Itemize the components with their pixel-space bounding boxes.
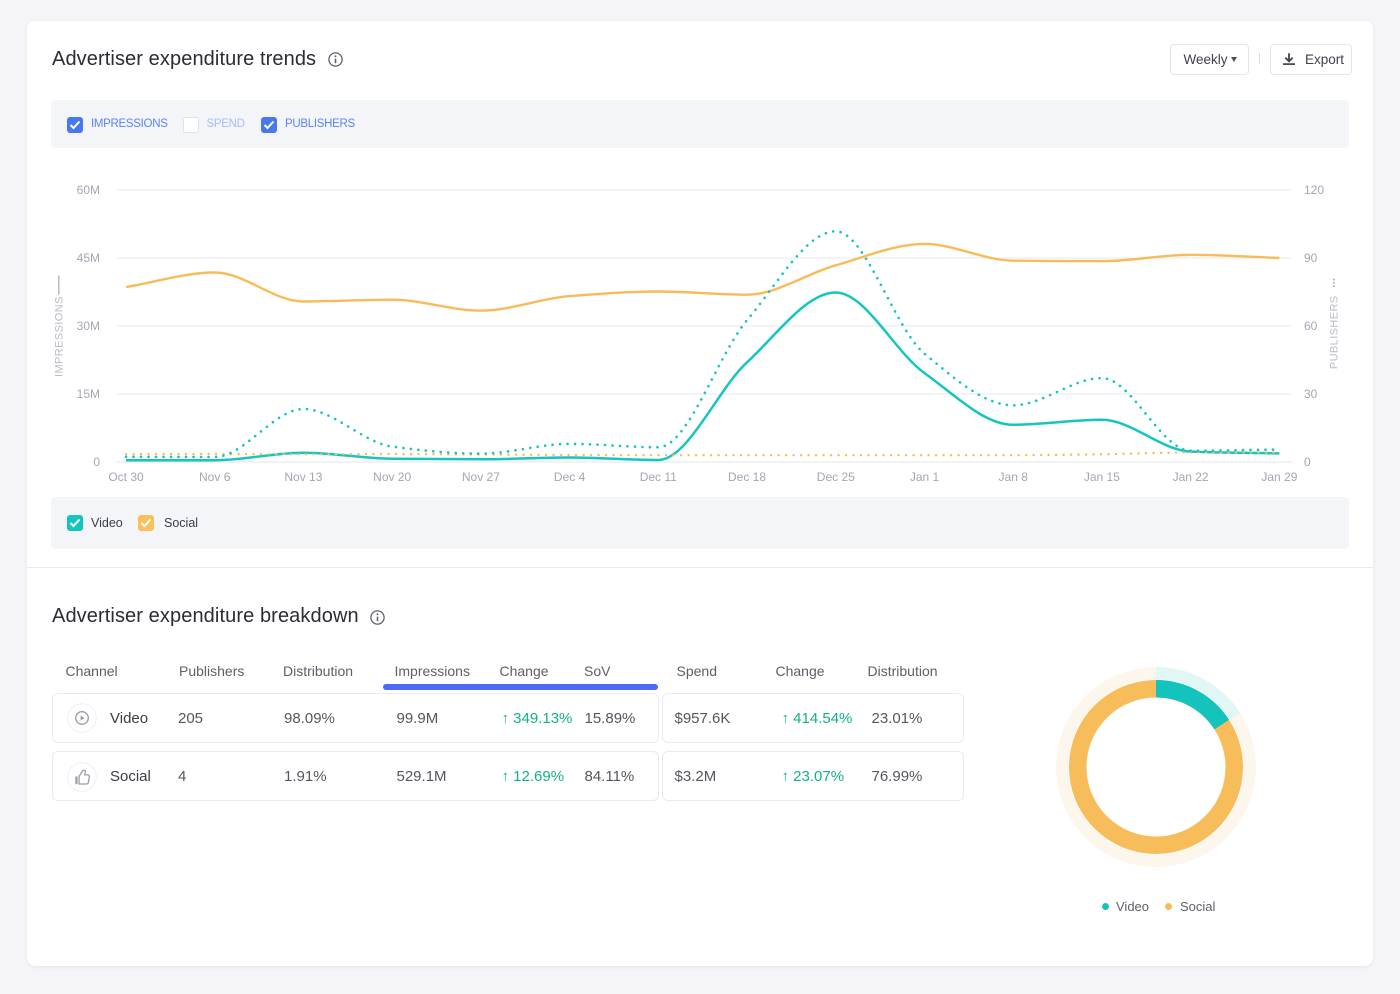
svg-text:Dec 4: Dec 4 xyxy=(554,470,586,484)
svg-text:Jan 29: Jan 29 xyxy=(1261,470,1297,484)
svg-text:Dec 25: Dec 25 xyxy=(817,470,855,484)
svg-text:30: 30 xyxy=(1304,387,1318,401)
svg-text:60M: 60M xyxy=(77,183,100,197)
svg-text:60: 60 xyxy=(1304,319,1318,333)
svg-text:Dec 11: Dec 11 xyxy=(640,470,677,484)
svg-text:90: 90 xyxy=(1304,251,1318,265)
svg-text:Jan 22: Jan 22 xyxy=(1173,470,1209,484)
svg-text:0: 0 xyxy=(1304,455,1311,469)
svg-text:Jan 8: Jan 8 xyxy=(999,470,1029,484)
svg-text:120: 120 xyxy=(1304,183,1324,197)
svg-text:Dec 18: Dec 18 xyxy=(728,470,766,484)
svg-text:IMPRESSIONS: IMPRESSIONS xyxy=(53,296,65,377)
svg-text:Oct 30: Oct 30 xyxy=(108,470,144,484)
svg-text:45M: 45M xyxy=(77,251,100,265)
svg-text:15M: 15M xyxy=(77,387,100,401)
svg-text:Jan 15: Jan 15 xyxy=(1084,470,1120,484)
svg-text:PUBLISHERS: PUBLISHERS xyxy=(1329,295,1341,369)
svg-text:30M: 30M xyxy=(77,319,100,333)
svg-text:Nov 20: Nov 20 xyxy=(373,470,411,484)
svg-text:Nov 27: Nov 27 xyxy=(462,470,500,484)
svg-text:Nov 13: Nov 13 xyxy=(284,470,322,484)
svg-text:Nov 6: Nov 6 xyxy=(199,470,231,484)
svg-text:Jan 1: Jan 1 xyxy=(910,470,940,484)
svg-text:0: 0 xyxy=(93,455,100,469)
